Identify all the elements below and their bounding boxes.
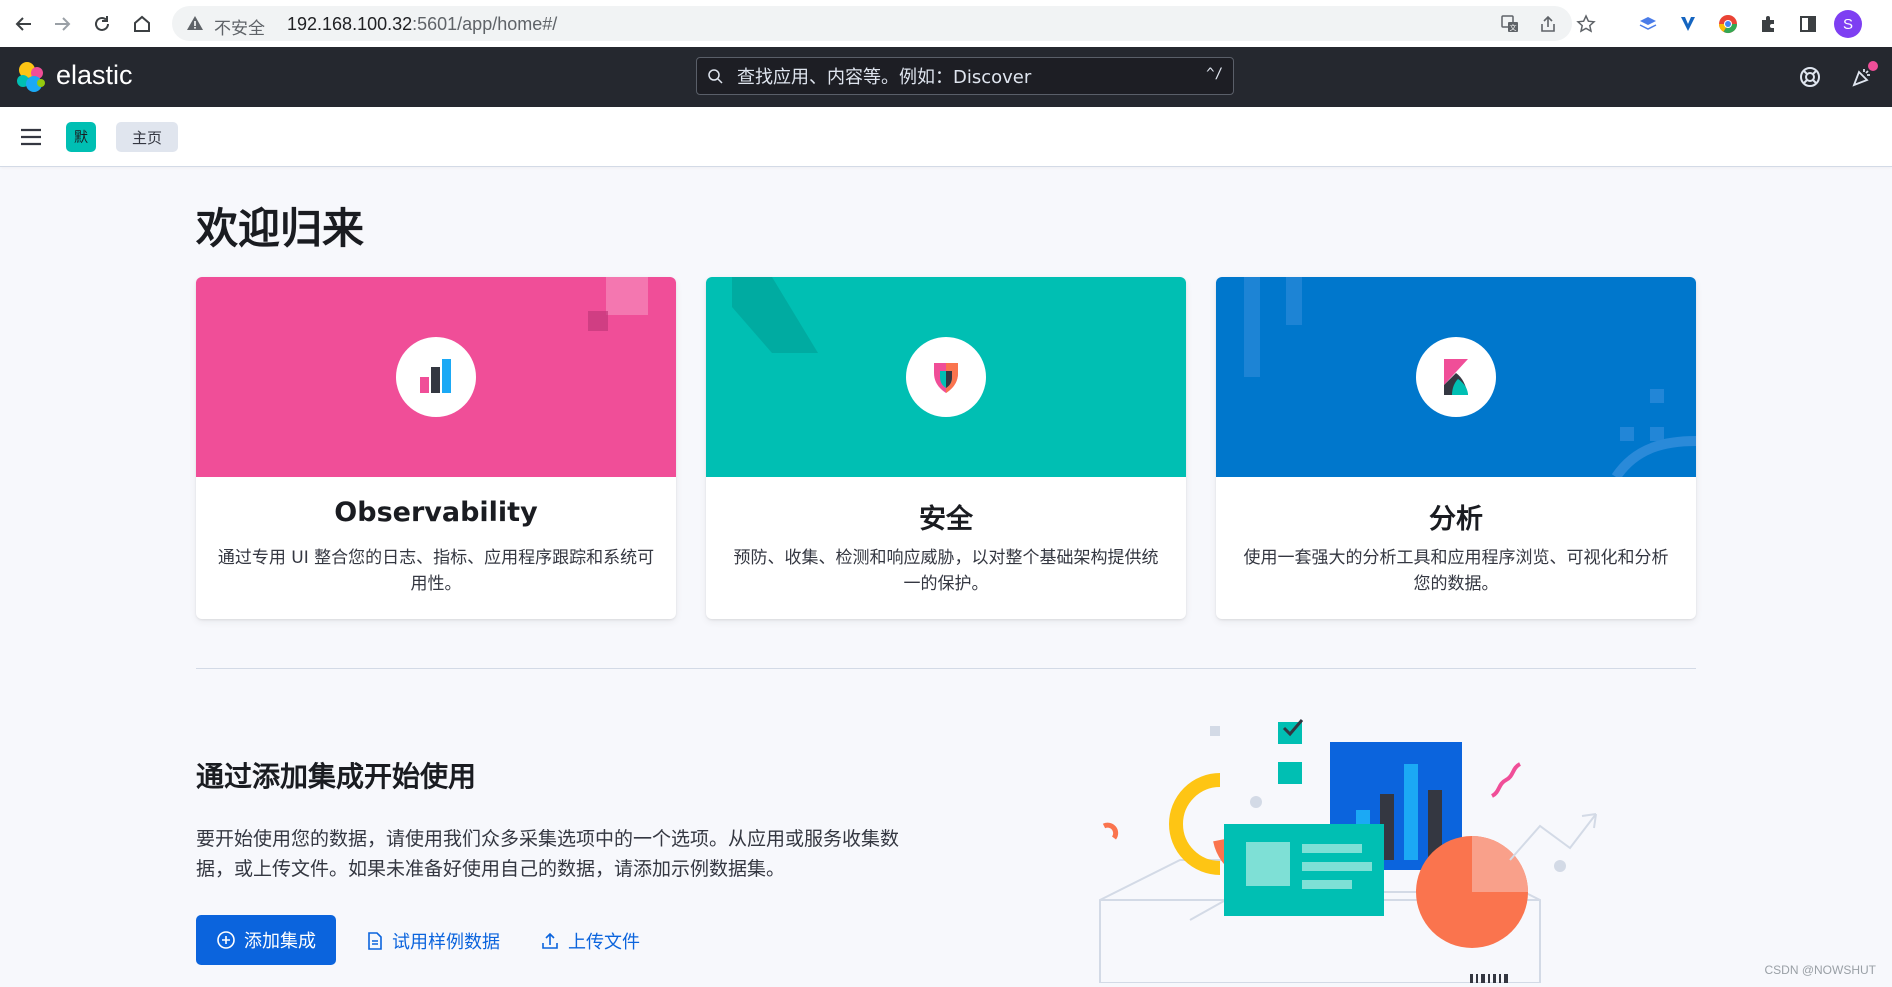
card-banner-analytics <box>1216 277 1696 477</box>
plus-in-circle-icon <box>217 931 235 949</box>
side-panel-icon[interactable] <box>1796 12 1820 36</box>
search-shortcut-badge: ^/ <box>1206 66 1223 82</box>
security-shield-icon <box>934 363 958 393</box>
add-integration-button[interactable]: 添加集成 <box>196 915 336 965</box>
card-observability[interactable]: Observability 通过专用 UI 整合您的日志、指标、应用程序跟踪和系… <box>196 277 676 619</box>
elastic-logo-icon[interactable] <box>14 60 48 94</box>
upload-file-label: 上传文件 <box>568 932 640 953</box>
card-description: 预防、收集、检测和响应威胁，以对整个基础架构提供统一的保护。 <box>733 548 1159 594</box>
translate-icon[interactable]: 文 <box>1500 14 1520 38</box>
card-banner-observability <box>196 277 676 477</box>
svg-text:文: 文 <box>1510 23 1517 32</box>
reload-button[interactable] <box>88 10 116 38</box>
share-icon[interactable] <box>1538 14 1558 38</box>
upload-icon <box>542 932 558 949</box>
card-banner-security <box>706 277 1186 477</box>
space-selector[interactable]: 默 <box>66 122 96 152</box>
arrow-right-icon <box>55 17 71 31</box>
section-divider <box>196 668 1696 669</box>
notification-dot <box>1868 61 1878 71</box>
hamburger-menu-icon <box>21 128 41 146</box>
extension-v-icon[interactable] <box>1676 12 1700 36</box>
arrow-left-icon <box>15 17 31 31</box>
breadcrumb-bar: 默 主页 <box>0 107 1892 167</box>
address-bar[interactable]: 不安全 192.168.100.32:5601/app/home#/ 文 <box>172 6 1596 41</box>
security-logo <box>906 337 986 417</box>
search-icon <box>707 68 723 88</box>
bookmark-star-icon[interactable] <box>1576 14 1596 38</box>
integrations-illustration <box>1080 710 1620 984</box>
profile-avatar[interactable]: S <box>1834 10 1862 38</box>
search-input[interactable] <box>735 58 1179 96</box>
card-analytics[interactable]: 分析 使用一套强大的分析工具和应用程序浏览、可视化和分析您的数据。 <box>1216 277 1696 619</box>
watermark-text: CSDN @NOWSHUT <box>1764 963 1876 977</box>
integrations-description: 要开始使用您的数据，请使用我们众多采集选项中的一个选项。从应用或服务收集数据，或… <box>196 828 900 880</box>
breadcrumb-home[interactable]: 主页 <box>116 122 179 152</box>
analytics-logo <box>1416 337 1496 417</box>
try-sample-data-label: 试用样例数据 <box>392 932 500 953</box>
help-lifebuoy-icon <box>1800 67 1820 87</box>
card-title: Observability <box>334 497 538 528</box>
card-security[interactable]: 安全 预防、收集、检测和响应威胁，以对整个基础架构提供统一的保护。 <box>706 277 1186 619</box>
extensions-puzzle-icon[interactable] <box>1756 12 1780 36</box>
home-button[interactable] <box>128 10 156 38</box>
document-icon <box>368 932 382 950</box>
warning-icon[interactable] <box>186 14 204 36</box>
observability-icon <box>420 359 451 393</box>
brand-name[interactable]: elastic <box>56 60 133 91</box>
card-description: 通过专用 UI 整合您的日志、指标、应用程序跟踪和系统可用性。 <box>217 548 655 594</box>
card-description: 使用一套强大的分析工具和应用程序浏览、可视化和分析您的数据。 <box>1243 548 1669 594</box>
url-host: 192.168.100.32 <box>287 14 413 34</box>
card-title: 安全 <box>919 504 973 535</box>
integrations-title: 通过添加集成开始使用 <box>196 760 477 793</box>
forward-button[interactable] <box>48 10 76 38</box>
url-path: :5601/app/home#/ <box>412 14 558 34</box>
insecure-label: 不安全 <box>214 19 265 38</box>
upload-file-link[interactable]: 上传文件 <box>540 928 640 954</box>
try-sample-data-link[interactable]: 试用样例数据 <box>366 928 500 954</box>
card-title: 分析 <box>1429 504 1483 535</box>
extension-layers-icon[interactable] <box>1636 12 1660 36</box>
back-button[interactable] <box>10 10 38 38</box>
global-search[interactable]: ^/ <box>696 57 1234 96</box>
browser-toolbar: 不安全 192.168.100.32:5601/app/home#/ 文 S <box>0 0 1892 48</box>
kibana-icon <box>1444 359 1468 395</box>
home-icon <box>134 15 150 32</box>
help-button[interactable] <box>1794 61 1826 93</box>
reload-icon <box>95 16 109 31</box>
news-feed-button[interactable] <box>1846 61 1878 93</box>
kibana-header: elastic ^/ <box>0 47 1892 107</box>
extension-chrome-icon[interactable] <box>1716 12 1740 36</box>
observability-logo <box>396 337 476 417</box>
add-integration-label: 添加集成 <box>244 931 316 952</box>
menu-toggle-button[interactable] <box>18 124 44 150</box>
page-title: 欢迎归来 <box>196 204 365 253</box>
url-text[interactable]: 192.168.100.32:5601/app/home#/ <box>287 14 557 35</box>
